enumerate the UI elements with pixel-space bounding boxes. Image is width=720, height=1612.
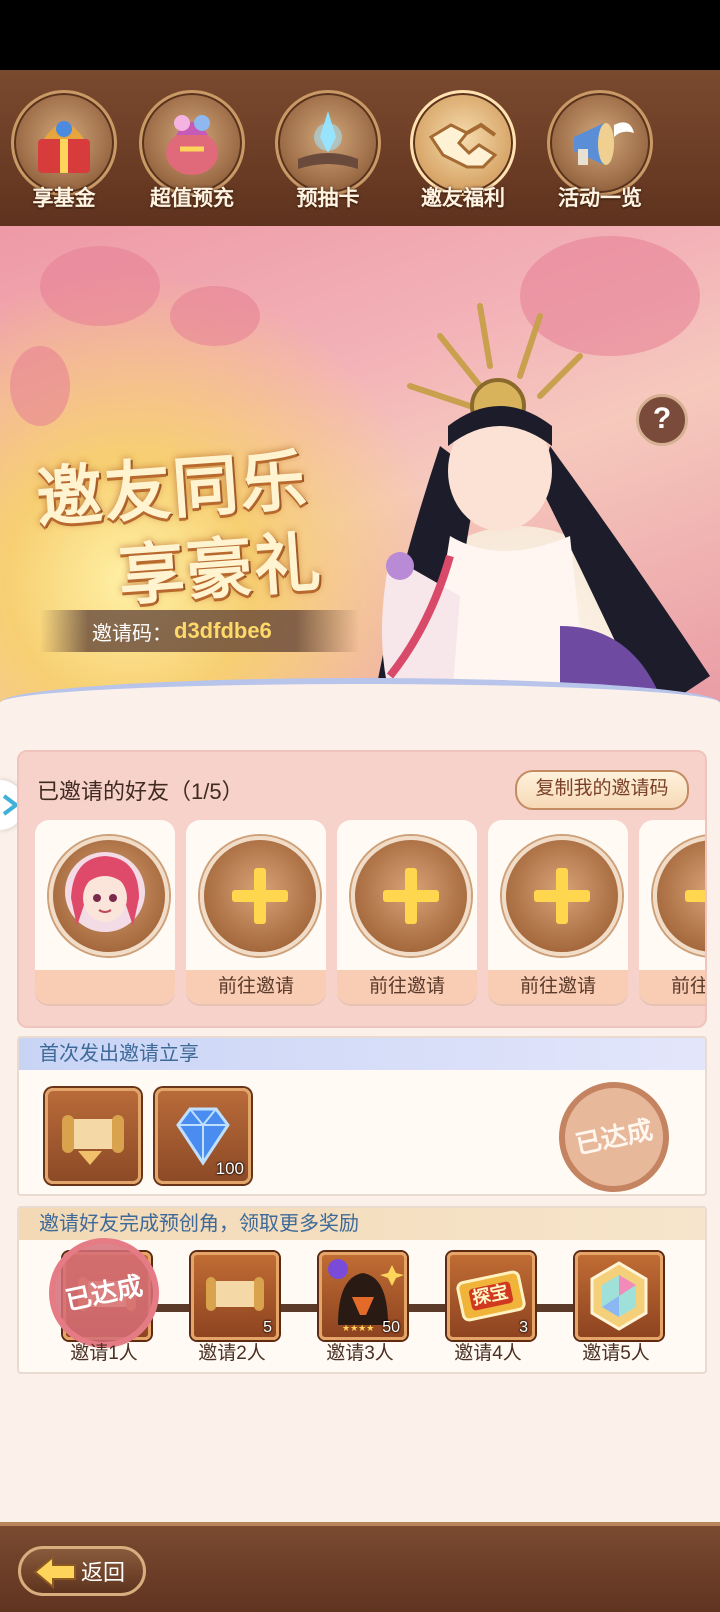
- go-invite-label: 前往邀请: [186, 970, 326, 1004]
- item-quantity: 50: [382, 1319, 400, 1336]
- add-friend-circle: [502, 836, 622, 956]
- back-label: 返回: [81, 1560, 126, 1585]
- add-friend-circle: [200, 836, 320, 956]
- invited-friends-panel: 已邀请的好友（1/5） 复制我的邀请码 前往邀请 前往邀请 前往邀请 前往: [17, 750, 707, 1028]
- invite-code-value: d3dfdbe6: [174, 618, 272, 643]
- friend-slot-empty[interactable]: 前往邀请: [337, 820, 477, 1004]
- tab-label: 享基金: [32, 187, 96, 210]
- add-friend-circle: [653, 836, 705, 956]
- tab-recharge[interactable]: 超值预充: [132, 90, 252, 230]
- friend-slot-invited: [35, 820, 175, 1004]
- activity-tabs: 享基金 超值预充 预抽卡 邀友福利 活动一览: [0, 70, 720, 244]
- bottom-bar: 返回: [0, 1522, 720, 1612]
- milestone-label: 邀请2人: [198, 1343, 266, 1364]
- book-crystal-icon: [275, 90, 381, 196]
- tab-label: 预抽卡: [296, 187, 360, 210]
- go-invite-label: 前往邀请: [337, 970, 477, 1004]
- gift-fund-icon: [11, 90, 117, 196]
- invite-code-label: 邀请码：: [92, 622, 172, 645]
- tab-fund[interactable]: 享基金: [4, 90, 124, 230]
- friend-slot-empty[interactable]: 前往邀请: [639, 820, 705, 1004]
- svg-text:★★★★: ★★★★: [342, 1323, 374, 1333]
- invited-friends-title: 已邀请的好友（1/5）: [37, 779, 244, 804]
- blossom-decoration: [40, 246, 160, 326]
- milestone-reward-3[interactable]: ★★★★ 50: [319, 1252, 407, 1340]
- tab-label: 超值预充: [150, 187, 234, 210]
- banner-title-line2: 享豪礼: [115, 522, 325, 616]
- tab-pre-draw[interactable]: 预抽卡: [268, 90, 388, 230]
- tab-invite-benefits[interactable]: 邀友福利: [403, 90, 523, 230]
- milestone-label: 邀请5人: [582, 1343, 650, 1364]
- back-arrow-icon: [33, 1555, 76, 1589]
- milestone-label: 邀请1人: [70, 1343, 138, 1364]
- milestone-label: 邀请3人: [326, 1343, 394, 1364]
- character-illustration: [370, 303, 710, 720]
- blossom-decoration: [10, 346, 70, 426]
- item-quantity: 3: [519, 1319, 528, 1336]
- copy-invite-code-button[interactable]: 复制我的邀请码: [515, 770, 689, 810]
- first-invite-title: 首次发出邀请立享: [19, 1038, 705, 1070]
- status-bar: [0, 0, 720, 70]
- back-button[interactable]: 返回: [18, 1546, 146, 1596]
- go-invite-label: 前往邀请: [488, 970, 628, 1004]
- handshake-icon: [410, 90, 516, 196]
- item-quantity: 5: [263, 1319, 272, 1336]
- invite-code-bar: 邀请码： d3dfdbe6: [40, 610, 360, 652]
- reward-item[interactable]: 100: [155, 1088, 251, 1184]
- reward-item[interactable]: [45, 1088, 141, 1184]
- milestone-reward-2[interactable]: 5: [191, 1252, 279, 1340]
- tab-label: 邀友福利: [421, 187, 505, 210]
- milestone-reward-4[interactable]: 探宝 3: [447, 1252, 535, 1340]
- tab-activity-list[interactable]: 活动一览: [540, 90, 660, 230]
- gift-bag-icon: [139, 90, 245, 196]
- more-rewards-title: 邀请好友完成预创角，领取更多奖励: [19, 1208, 705, 1240]
- friend-slot-empty[interactable]: 前往邀请: [186, 820, 326, 1004]
- friend-slot-label: [35, 970, 175, 1004]
- item-quantity: 100: [215, 1159, 244, 1178]
- go-invite-label: 前往邀请: [639, 970, 705, 1004]
- help-button[interactable]: ?: [636, 394, 688, 446]
- add-friend-circle: [351, 836, 471, 956]
- milestone-label: 邀请4人: [454, 1343, 522, 1364]
- more-rewards-section: 邀请好友完成预创角，领取更多奖励 已达成 5 ★★★★ 50 探宝 3 邀请1人…: [17, 1206, 707, 1374]
- achieved-stamp: 已达成: [548, 1071, 680, 1194]
- invite-banner: 邀友同乐 享豪礼 邀请码： d3dfdbe6 ?: [0, 226, 720, 720]
- first-invite-reward-section: 首次发出邀请立享 100 已达成: [17, 1036, 707, 1196]
- avatar: [49, 836, 169, 956]
- megaphone-icon: [547, 90, 653, 196]
- rainbow-crystal-icon: [590, 1261, 648, 1331]
- friend-slot-empty[interactable]: 前往邀请: [488, 820, 628, 1004]
- milestone-reward-5[interactable]: [575, 1252, 663, 1340]
- banner-divider: [0, 678, 720, 720]
- scroll-icon: [62, 1115, 124, 1165]
- blossom-decoration: [170, 286, 260, 346]
- tab-label: 活动一览: [558, 187, 642, 210]
